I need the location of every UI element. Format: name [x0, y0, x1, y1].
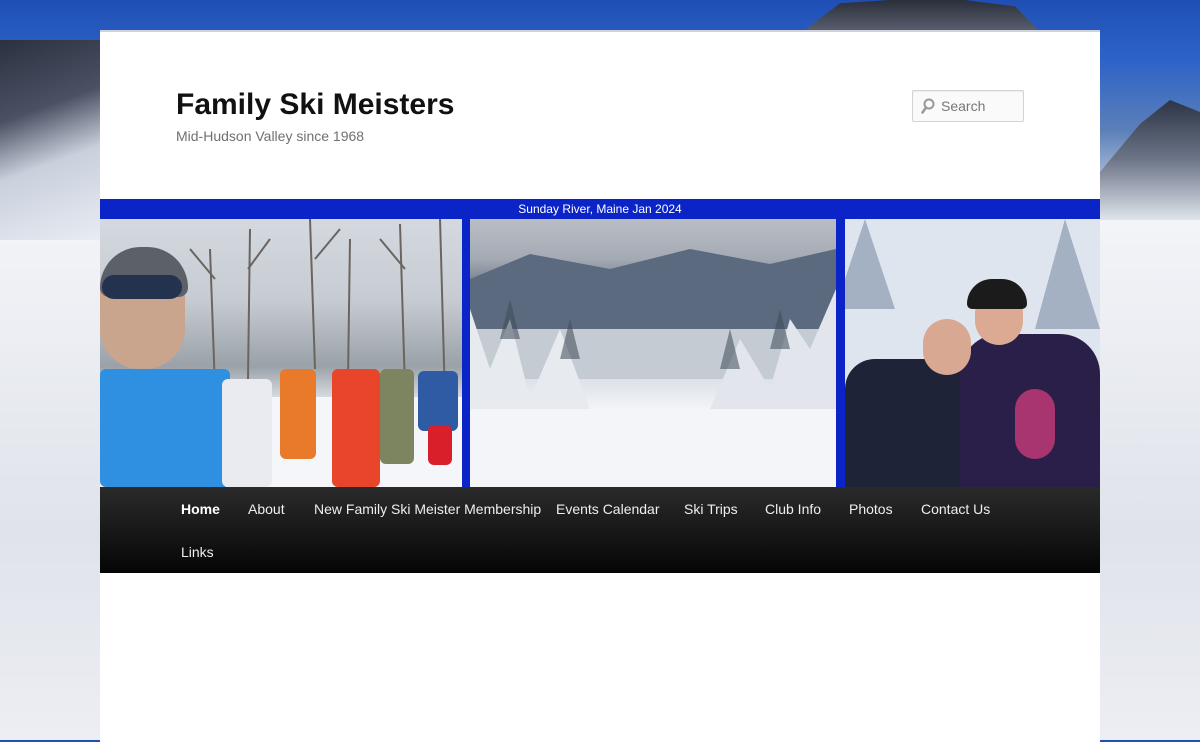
skier-figure [428, 425, 452, 465]
page-container: Family Ski Meisters Mid-Hudson Valley si… [100, 30, 1100, 742]
background-mountain-left [0, 40, 100, 240]
banner-photo-two-skiers [845, 219, 1100, 487]
banner-caption: Sunday River, Maine Jan 2024 [100, 199, 1100, 219]
header-banner [100, 219, 1100, 487]
banner-photo-skiers-group [100, 219, 462, 487]
search-icon [921, 98, 935, 114]
skier-figure [100, 369, 230, 487]
main-navigation: Home About New Family Ski Meister Member… [100, 487, 1100, 573]
skier-goggles [102, 275, 182, 299]
skier-figure [280, 369, 316, 459]
jacket-pattern [1015, 389, 1055, 459]
nav-item-contact-us[interactable]: Contact Us [921, 501, 990, 517]
skier-figure [418, 371, 458, 431]
nav-item-about[interactable]: About [248, 501, 285, 517]
site-title[interactable]: Family Ski Meisters [176, 88, 454, 122]
nav-item-membership[interactable]: New Family Ski Meister Membership [314, 501, 541, 517]
nav-item-club-info[interactable]: Club Info [765, 501, 821, 517]
nav-item-photos[interactable]: Photos [849, 501, 893, 517]
nav-item-links[interactable]: Links [181, 544, 214, 560]
banner-photo-mountain-view [470, 219, 836, 487]
skier-figure [332, 369, 380, 487]
skier-face [923, 319, 971, 375]
skier-figure [380, 369, 414, 464]
skier-figure [845, 359, 975, 487]
search-box[interactable] [912, 90, 1024, 122]
nav-item-ski-trips[interactable]: Ski Trips [684, 501, 738, 517]
nav-item-home[interactable]: Home [181, 501, 220, 517]
search-input[interactable] [941, 91, 1021, 121]
nav-item-events-calendar[interactable]: Events Calendar [556, 501, 660, 517]
skier-figure [222, 379, 272, 487]
site-tagline: Mid-Hudson Valley since 1968 [176, 128, 365, 144]
background-mountain-right [1100, 100, 1200, 220]
background-mountain-top [802, 0, 1040, 32]
mountain-scene-graphic [470, 249, 836, 487]
